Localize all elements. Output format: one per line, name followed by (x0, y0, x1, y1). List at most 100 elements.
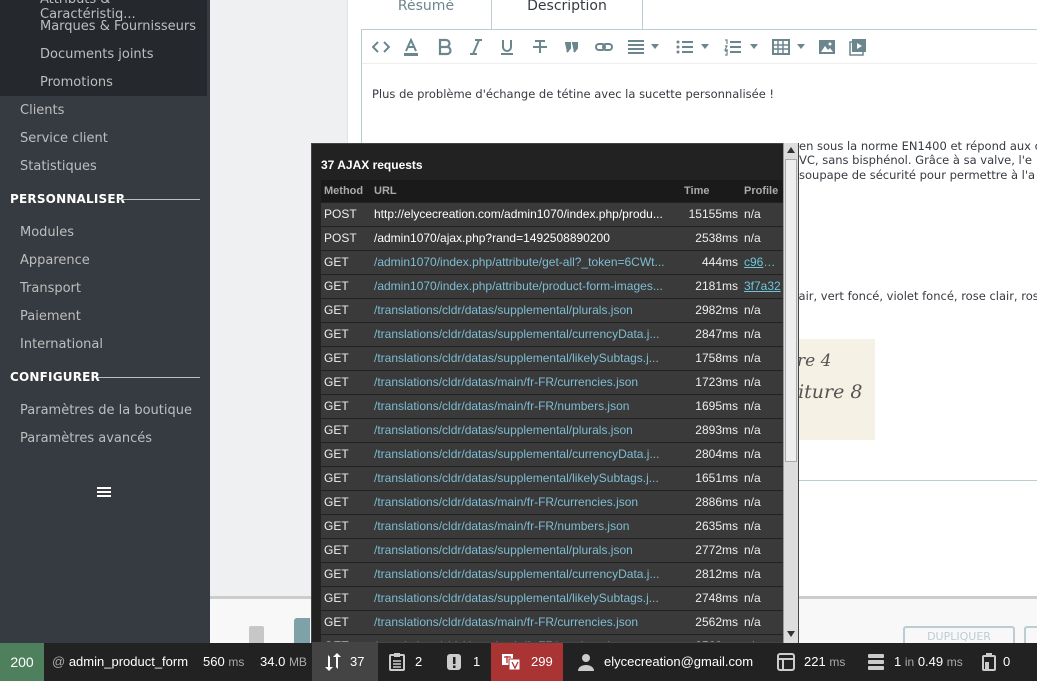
table-row[interactable]: GET/translations/cldr/datas/supplemental… (321, 321, 784, 346)
user-panel[interactable]: elycecreation@gmail.com (577, 643, 767, 681)
table-row[interactable]: GET/translations/cldr/datas/main/fr-FR/n… (321, 393, 784, 418)
request-url[interactable]: /translations/cldr/datas/supplemental/li… (371, 345, 681, 370)
tab-description[interactable]: Description (491, 0, 643, 30)
request-url[interactable]: /translations/cldr/datas/main/fr-FR/numb… (371, 393, 681, 418)
sidebar-item-brands[interactable]: Marques & Fournisseurs (40, 19, 196, 34)
table-row[interactable]: GET/translations/cldr/datas/supplemental… (321, 297, 784, 322)
table-icon[interactable] (772, 38, 805, 56)
sidebar-item-international[interactable]: International (20, 337, 103, 352)
request-url[interactable]: /translations/cldr/datas/supplemental/cu… (371, 561, 681, 586)
request-url[interactable]: /translations/cldr/datas/main/fr-FR/numb… (371, 633, 681, 642)
twig-panel[interactable]: 221 ms (777, 643, 857, 681)
numbered-list-icon[interactable] (724, 38, 758, 56)
table-row[interactable]: GET/admin1070/index.php/attribute/produc… (321, 273, 784, 298)
request-url[interactable]: /translations/cldr/datas/main/fr-FR/curr… (371, 609, 681, 634)
sidebar-item-attachments[interactable]: Documents joints (40, 47, 154, 62)
request-url[interactable]: /translations/cldr/datas/main/fr-FR/curr… (371, 369, 681, 394)
scrollbar-thumb[interactable] (785, 159, 797, 462)
underline-icon[interactable] (500, 38, 514, 56)
sidebar-item-payment[interactable]: Paiement (20, 309, 81, 324)
menu-collapse-icon[interactable] (97, 487, 111, 499)
table-row[interactable]: GET/translations/cldr/datas/main/fr-FR/c… (321, 609, 784, 634)
section-customize: PERSONNALISER (10, 192, 126, 206)
font-color-icon[interactable] (403, 38, 419, 56)
request-url[interactable]: /translations/cldr/datas/supplemental/pl… (371, 417, 681, 442)
table-row[interactable]: GET/translations/cldr/datas/supplemental… (321, 561, 784, 586)
sidebar-item-clients[interactable]: Clients (20, 103, 64, 118)
table-row[interactable]: GET/translations/cldr/datas/supplemental… (321, 585, 784, 610)
request-url[interactable]: /translations/cldr/datas/main/fr-FR/curr… (371, 489, 681, 514)
duplicate-button[interactable]: DUPLIQUER (903, 626, 1015, 643)
tab-summary[interactable]: Résumé (362, 0, 490, 30)
sidebar-item-statistics[interactable]: Statistiques (20, 159, 97, 174)
translations-panel[interactable]: 299 (491, 643, 563, 681)
table-row[interactable]: GET/translations/cldr/datas/supplemental… (321, 417, 784, 442)
bullet-list-icon[interactable] (676, 38, 709, 56)
trash-icon[interactable] (249, 626, 264, 643)
code-view-icon[interactable] (372, 38, 390, 56)
request-profile: n/a (741, 513, 784, 538)
request-method: GET (321, 465, 371, 490)
scroll-up-icon[interactable] (787, 147, 795, 153)
table-row[interactable]: GET/translations/cldr/datas/supplemental… (321, 345, 784, 370)
image-icon[interactable] (818, 38, 836, 56)
request-url[interactable]: /translations/cldr/datas/main/fr-FR/numb… (371, 513, 681, 538)
table-row[interactable]: GET/translations/cldr/datas/main/fr-FR/n… (321, 633, 784, 642)
table-row[interactable]: POST/admin1070/ajax.php?rand=14925088902… (321, 225, 784, 250)
request-url[interactable]: /translations/cldr/datas/supplemental/pl… (371, 297, 681, 322)
request-url[interactable]: /translations/cldr/datas/supplemental/cu… (371, 321, 681, 346)
sidebar-item-promotions[interactable]: Promotions (40, 75, 113, 90)
footer-button[interactable] (1024, 626, 1037, 643)
column-header-time: Time (681, 180, 741, 202)
request-time: 1651ms (681, 465, 741, 490)
italic-icon[interactable] (469, 38, 483, 56)
forms-count: 2 (415, 654, 423, 669)
sidebar-item-customer-service[interactable]: Service client (20, 131, 108, 146)
table-row[interactable]: GET/translations/cldr/datas/supplemental… (321, 441, 784, 466)
strikethrough-icon[interactable] (532, 38, 548, 56)
table-row[interactable]: GET/translations/cldr/datas/supplemental… (321, 537, 784, 562)
request-time-panel[interactable]: 560 ms (203, 643, 244, 681)
request-url[interactable]: /admin1070/index.php/attribute/product-f… (371, 273, 681, 298)
preview-button[interactable] (294, 618, 310, 643)
table-row[interactable]: POST http://elycecreation.com/admin1070/i… (321, 201, 784, 226)
sidebar-item-advanced-parameters[interactable]: Paramètres avancés (20, 431, 152, 446)
forms-panel[interactable]: 2 (387, 643, 427, 681)
request-profile[interactable]: 3f7a32 (741, 273, 784, 298)
ajax-panel-scrollbar[interactable] (783, 143, 798, 643)
editor-toolbar (362, 30, 1037, 64)
cache-panel[interactable]: 0 (982, 643, 1022, 681)
align-icon[interactable] (627, 38, 659, 56)
request-profile: n/a (741, 633, 784, 642)
link-icon[interactable] (595, 38, 613, 56)
scroll-down-icon[interactable] (787, 631, 795, 637)
table-row[interactable]: GET/translations/cldr/datas/supplemental… (321, 465, 784, 490)
bold-icon[interactable] (438, 38, 452, 56)
ajax-panel-toggle[interactable]: 37 (312, 643, 378, 681)
request-profile: n/a (741, 489, 784, 514)
video-icon[interactable] (849, 38, 867, 56)
route-panel[interactable]: @ admin_product_form (44, 643, 192, 681)
quote-icon[interactable] (564, 38, 578, 56)
table-row[interactable]: GET/translations/cldr/datas/main/fr-FR/c… (321, 369, 784, 394)
section-divider (118, 199, 200, 200)
request-profile: n/a (741, 201, 784, 226)
request-url[interactable]: /translations/cldr/datas/supplemental/pl… (371, 537, 681, 562)
request-url[interactable]: /translations/cldr/datas/supplemental/li… (371, 585, 681, 610)
database-panel[interactable]: 1 in 0.49 ms (867, 643, 967, 681)
request-url[interactable]: /translations/cldr/datas/supplemental/li… (371, 465, 681, 490)
table-row[interactable]: GET/translations/cldr/datas/main/fr-FR/c… (321, 489, 784, 514)
table-row[interactable]: GET/translations/cldr/datas/main/fr-FR/n… (321, 513, 784, 538)
sidebar-item-shop-parameters[interactable]: Paramètres de la boutique (20, 403, 192, 418)
request-url[interactable]: /translations/cldr/datas/supplemental/cu… (371, 441, 681, 466)
request-profile[interactable]: c96dd9 (741, 249, 784, 274)
sidebar-item-modules[interactable]: Modules (20, 225, 74, 240)
sidebar-item-appearance[interactable]: Apparence (20, 253, 90, 268)
request-time: 2748ms (681, 585, 741, 610)
sidebar-item-shipping[interactable]: Transport (20, 281, 81, 296)
table-row[interactable]: GET/admin1070/index.php/attribute/get-al… (321, 249, 784, 274)
errors-panel[interactable]: 1 (445, 643, 485, 681)
status-code-badge[interactable]: 200 (0, 643, 44, 681)
memory-panel[interactable]: 34.0 MB (260, 643, 307, 681)
request-url[interactable]: /admin1070/index.php/attribute/get-all?_… (371, 249, 681, 274)
